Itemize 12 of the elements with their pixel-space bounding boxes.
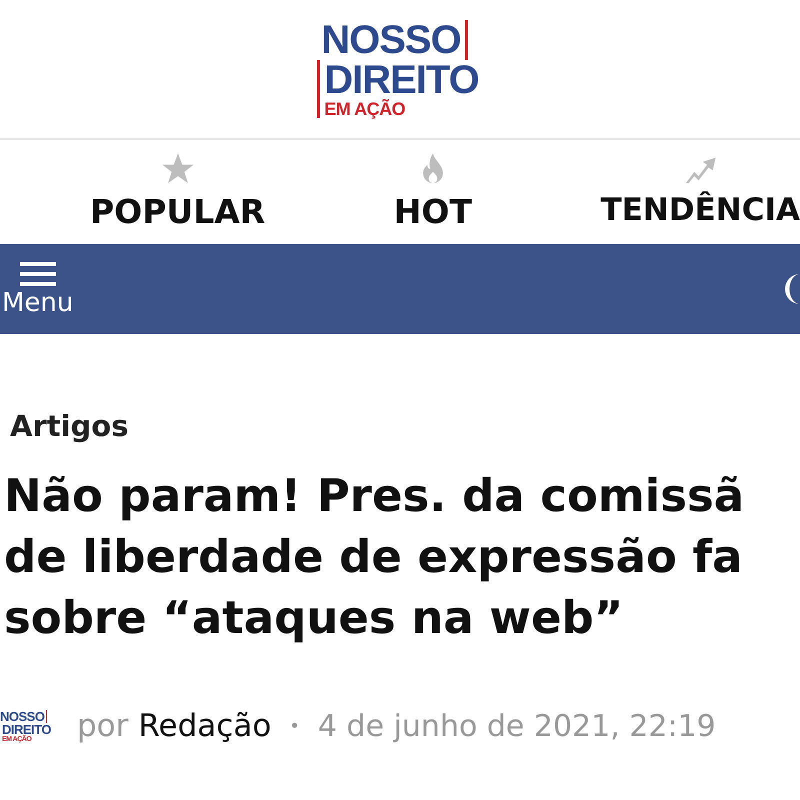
author-link[interactable]: Redação <box>138 708 272 744</box>
nav-link[interactable]: TENDÊNCIA <box>600 152 800 244</box>
publish-date: 4 de junho de 2021, 22:19 <box>318 708 716 744</box>
article-title: Não param! Pres. da comissã de liberdade de expressão fa sobre “ataques na web” <box>4 468 746 646</box>
menu-button[interactable]: Menu <box>0 260 74 318</box>
category-label[interactable]: Artigos <box>10 409 800 443</box>
byline-prefix: por <box>77 708 128 744</box>
star-icon <box>160 152 195 186</box>
nav-link[interactable]: POPULAR <box>90 152 266 244</box>
nav-link[interactable]: HOT <box>394 152 472 244</box>
menu-icon <box>20 260 56 288</box>
separator-dot: • <box>289 716 300 736</box>
